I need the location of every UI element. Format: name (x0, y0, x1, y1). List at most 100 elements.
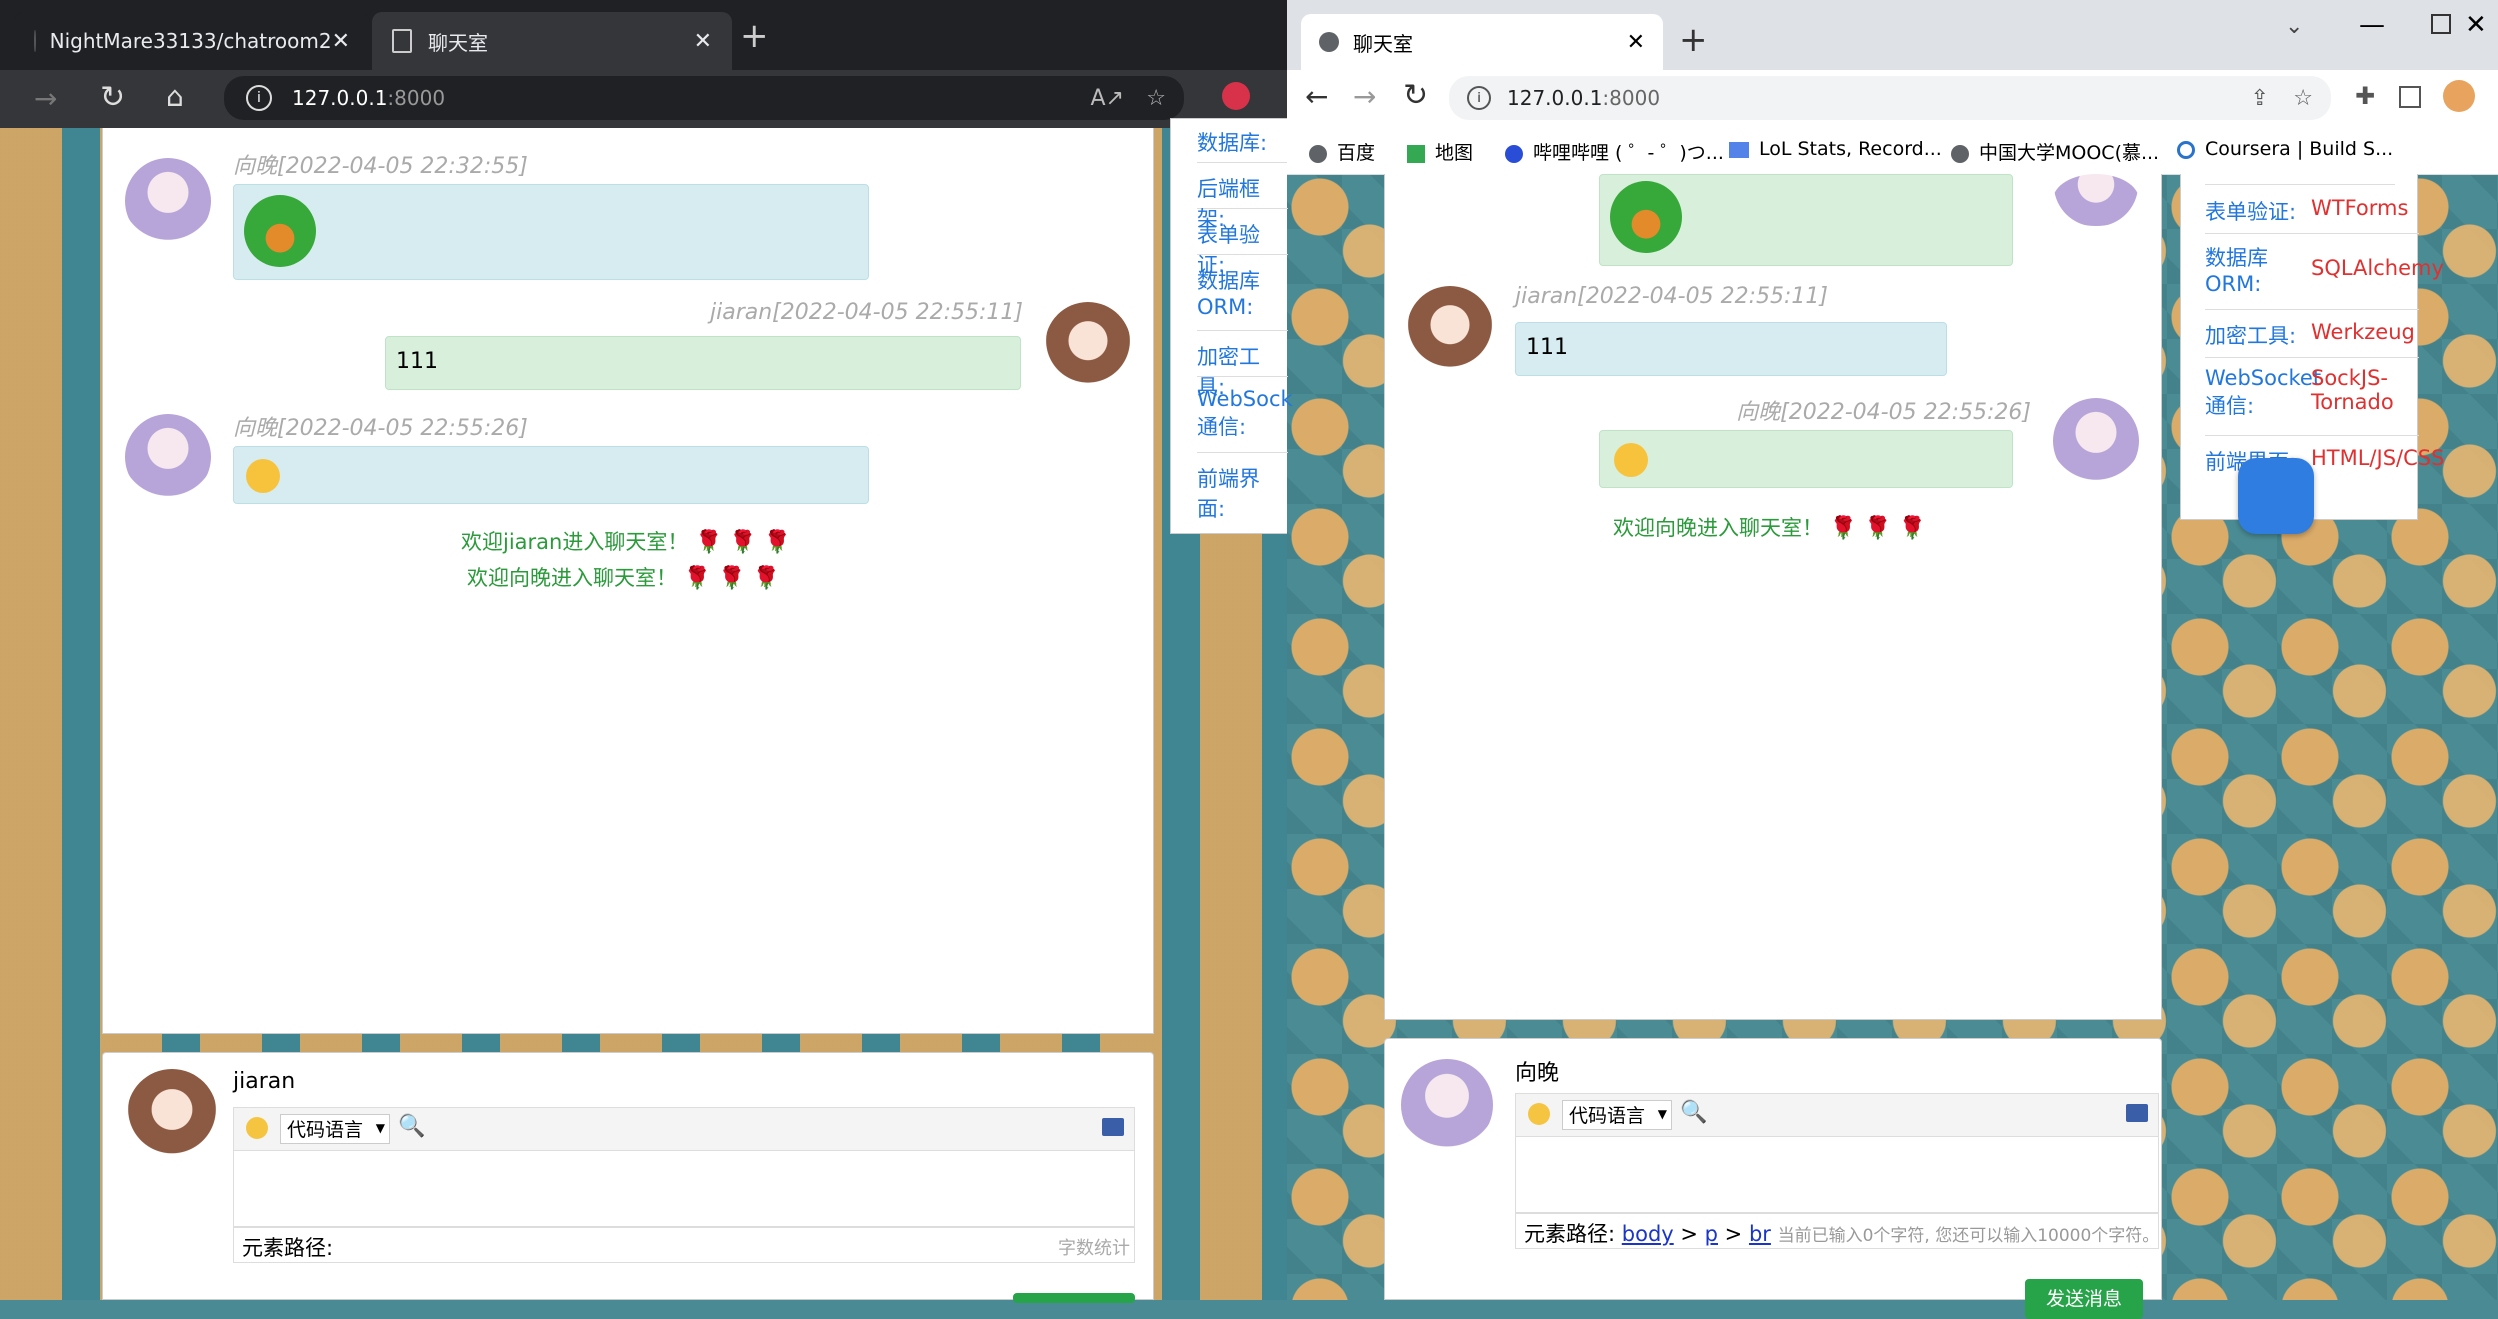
right-chat-panel: jiaran[2022-04-05 22:55:11] 111 向晚[2022-… (1384, 174, 2162, 1020)
profile-avatar[interactable] (2443, 80, 2475, 112)
sidebar-item: 前端界面: (1197, 467, 1260, 521)
opgg-icon (1729, 141, 1749, 158)
address-bar[interactable]: i 127.0.0.1:8000 A↗ ☆ (224, 76, 1184, 120)
left-chat-panel: 向晚[2022-04-05 22:32:55] jiaran[2022-04-0… (102, 128, 1154, 1034)
reload-icon[interactable]: ↻ (1403, 78, 1428, 113)
sidebar-row: WebSocket 通信: SockJS-Tornado (2205, 358, 2419, 436)
path-link-p[interactable]: p (1705, 1222, 1718, 1246)
reload-icon[interactable]: ↻ (100, 80, 125, 115)
info-icon: i (1467, 86, 1491, 110)
url-host: 127.0.0.1 (292, 86, 388, 110)
search-icon[interactable]: 🔍 (1680, 1100, 1707, 1125)
home-icon[interactable]: ⌂ (166, 80, 184, 113)
search-icon[interactable]: 🔍 (398, 1114, 425, 1139)
editor-area[interactable] (1515, 1137, 2159, 1213)
preview-icon[interactable] (1102, 1118, 1124, 1136)
message-time: 向晚[2022-04-05 22:55:26] (233, 416, 528, 441)
message-time: jiaran[2022-04-05 22:55:11] (710, 300, 1023, 325)
frog-emoji (244, 195, 316, 267)
bookmark-baidu[interactable]: 百度 (1309, 138, 1375, 165)
path-link-br[interactable]: br (1749, 1222, 1771, 1246)
path-label: 元素路径: (242, 1236, 334, 1260)
editor-toolbar: 代码语言 ▼ 🔍 (1515, 1093, 2159, 1137)
globe-icon (1309, 144, 1327, 163)
sidebar-partial-row (2205, 174, 2395, 185)
tab-github[interactable]: NightMare33133/chatroom2 ✕ (14, 12, 370, 70)
chevron-down-icon[interactable]: ⌄ (2285, 14, 2303, 39)
tab-chatroom[interactable]: 聊天室 ✕ (1301, 14, 1663, 70)
left-tech-sidebar: 数据库: 后端框架: 表单验证: 数据库 ORM: 加密工具: WebSock … (1170, 118, 1293, 534)
new-tab-button[interactable]: + (1679, 20, 1708, 60)
bookmark-map[interactable]: 地图 (1407, 138, 1473, 165)
extensions-icon[interactable]: ✚ (2355, 82, 2375, 110)
tab-title: 聊天室 (428, 30, 488, 55)
welcome-line: 欢迎向晚进入聊天室！ 🌹 🌹 🌹 (1613, 516, 1926, 541)
bookmark-coursera[interactable]: Coursera | Build S... (2177, 138, 2393, 160)
star-icon[interactable]: ☆ (2293, 86, 2313, 111)
chick-emoji (246, 459, 280, 493)
emoji-icon[interactable] (1528, 1103, 1550, 1125)
editor-toolbar: 代码语言 ▼ 🔍 (233, 1107, 1135, 1151)
code-language-select[interactable]: 代码语言 ▼ (280, 1114, 390, 1144)
chevron-down-icon: ▼ (375, 1121, 385, 1135)
left-tab-strip: NightMare33133/chatroom2 ✕ 聊天室 ✕ + (0, 0, 1287, 70)
word-count: 当前已输入0个字符, 您还可以输入10000个字符。 (1777, 1226, 2159, 1246)
username: 向晚 (1515, 1061, 1560, 1086)
floating-bird-icon[interactable] (2238, 458, 2314, 534)
message-text: 111 (396, 349, 438, 374)
rose-icon: 🌹 🌹 🌹 (695, 530, 792, 555)
maximize-icon[interactable] (2431, 14, 2451, 34)
close-icon[interactable]: ✕ (332, 29, 350, 54)
emoji-icon[interactable] (246, 1117, 268, 1139)
favorites-icon[interactable]: ☆ (1146, 86, 1166, 111)
welcome-line: 欢迎jiaran进入聊天室！ 🌹 🌹 🌹 (461, 530, 792, 555)
sidebar-item: 数据库: (1197, 119, 1288, 163)
preview-icon[interactable] (2126, 1104, 2148, 1122)
map-icon (1407, 144, 1425, 163)
code-language-select[interactable]: 代码语言 ▼ (1562, 1100, 1672, 1130)
editor-statusbar: 元素路径: 字数统计 (233, 1227, 1135, 1263)
new-tab-button[interactable]: + (740, 16, 769, 56)
message-bubble (233, 446, 869, 504)
message-time: 向晚[2022-04-05 22:55:26] (1736, 400, 2031, 425)
extension-icon[interactable] (1222, 82, 1250, 110)
sidebar-row: 表单验证: WTForms (2205, 186, 2419, 234)
back-icon[interactable]: ← (1305, 80, 1328, 113)
page-icon (392, 29, 412, 53)
editor-area[interactable] (233, 1151, 1135, 1227)
welcome-line: 欢迎向晚进入聊天室！ 🌹 🌹 🌹 (467, 566, 780, 591)
avatar-xiangwan (2053, 174, 2139, 226)
url-host: 127.0.0.1 (1507, 86, 1603, 110)
close-window-icon[interactable]: ✕ (2465, 10, 2487, 40)
sidebar-row: 数据库 ORM: SQLAlchemy (2205, 234, 2444, 310)
address-bar[interactable]: i 127.0.0.1:8000 ⇪ ☆ (1449, 76, 2331, 120)
bookmark-mooc[interactable]: 中国大学MOOC(慕... (1951, 138, 2159, 165)
share-icon[interactable]: ⇪ (2251, 86, 2269, 111)
username: jiaran (233, 1069, 296, 1094)
sidebar-item: 数据库 ORM: (1197, 255, 1288, 331)
forward-icon[interactable]: → (34, 82, 57, 115)
my-avatar (127, 1069, 217, 1159)
message-text: 111 (1526, 335, 1568, 360)
bookmark-bilibili[interactable]: 哔哩哔哩 ( ゜- ゜)つ... (1505, 138, 1724, 165)
bookmarks-bar: 百度 地图 哔哩哔哩 ( ゜- ゜)つ... LoL Stats, Record… (1287, 128, 2498, 175)
send-button[interactable]: 发送消息 (2025, 1279, 2143, 1319)
read-aloud-icon[interactable]: A↗ (1091, 86, 1124, 111)
rose-icon: 🌹 🌹 🌹 (1829, 516, 1926, 541)
close-icon[interactable]: ✕ (694, 29, 712, 54)
minimize-icon[interactable]: — (2359, 10, 2385, 40)
bookmark-lol[interactable]: LoL Stats, Record... (1729, 138, 1942, 160)
close-icon[interactable]: ✕ (1627, 30, 1645, 55)
side-panel-icon[interactable] (2399, 86, 2421, 108)
forward-icon[interactable]: → (1353, 80, 1376, 113)
right-input-panel: 向晚 代码语言 ▼ 🔍 元素路径: body > p > br 当前已输入0个字符… (1384, 1038, 2162, 1319)
left-input-panel: jiaran 代码语言 ▼ 🔍 元素路径: 字数统计 (102, 1052, 1154, 1303)
chevron-down-icon: ▼ (1657, 1107, 1667, 1121)
globe-icon (1951, 144, 1969, 163)
send-button[interactable] (1013, 1293, 1135, 1303)
paw-icon (1505, 144, 1523, 163)
message-bubble: 111 (1515, 322, 1947, 376)
path-link-body[interactable]: body (1622, 1222, 1674, 1246)
tab-chatroom[interactable]: 聊天室 ✕ (372, 12, 732, 70)
message-bubble (1599, 174, 2013, 266)
